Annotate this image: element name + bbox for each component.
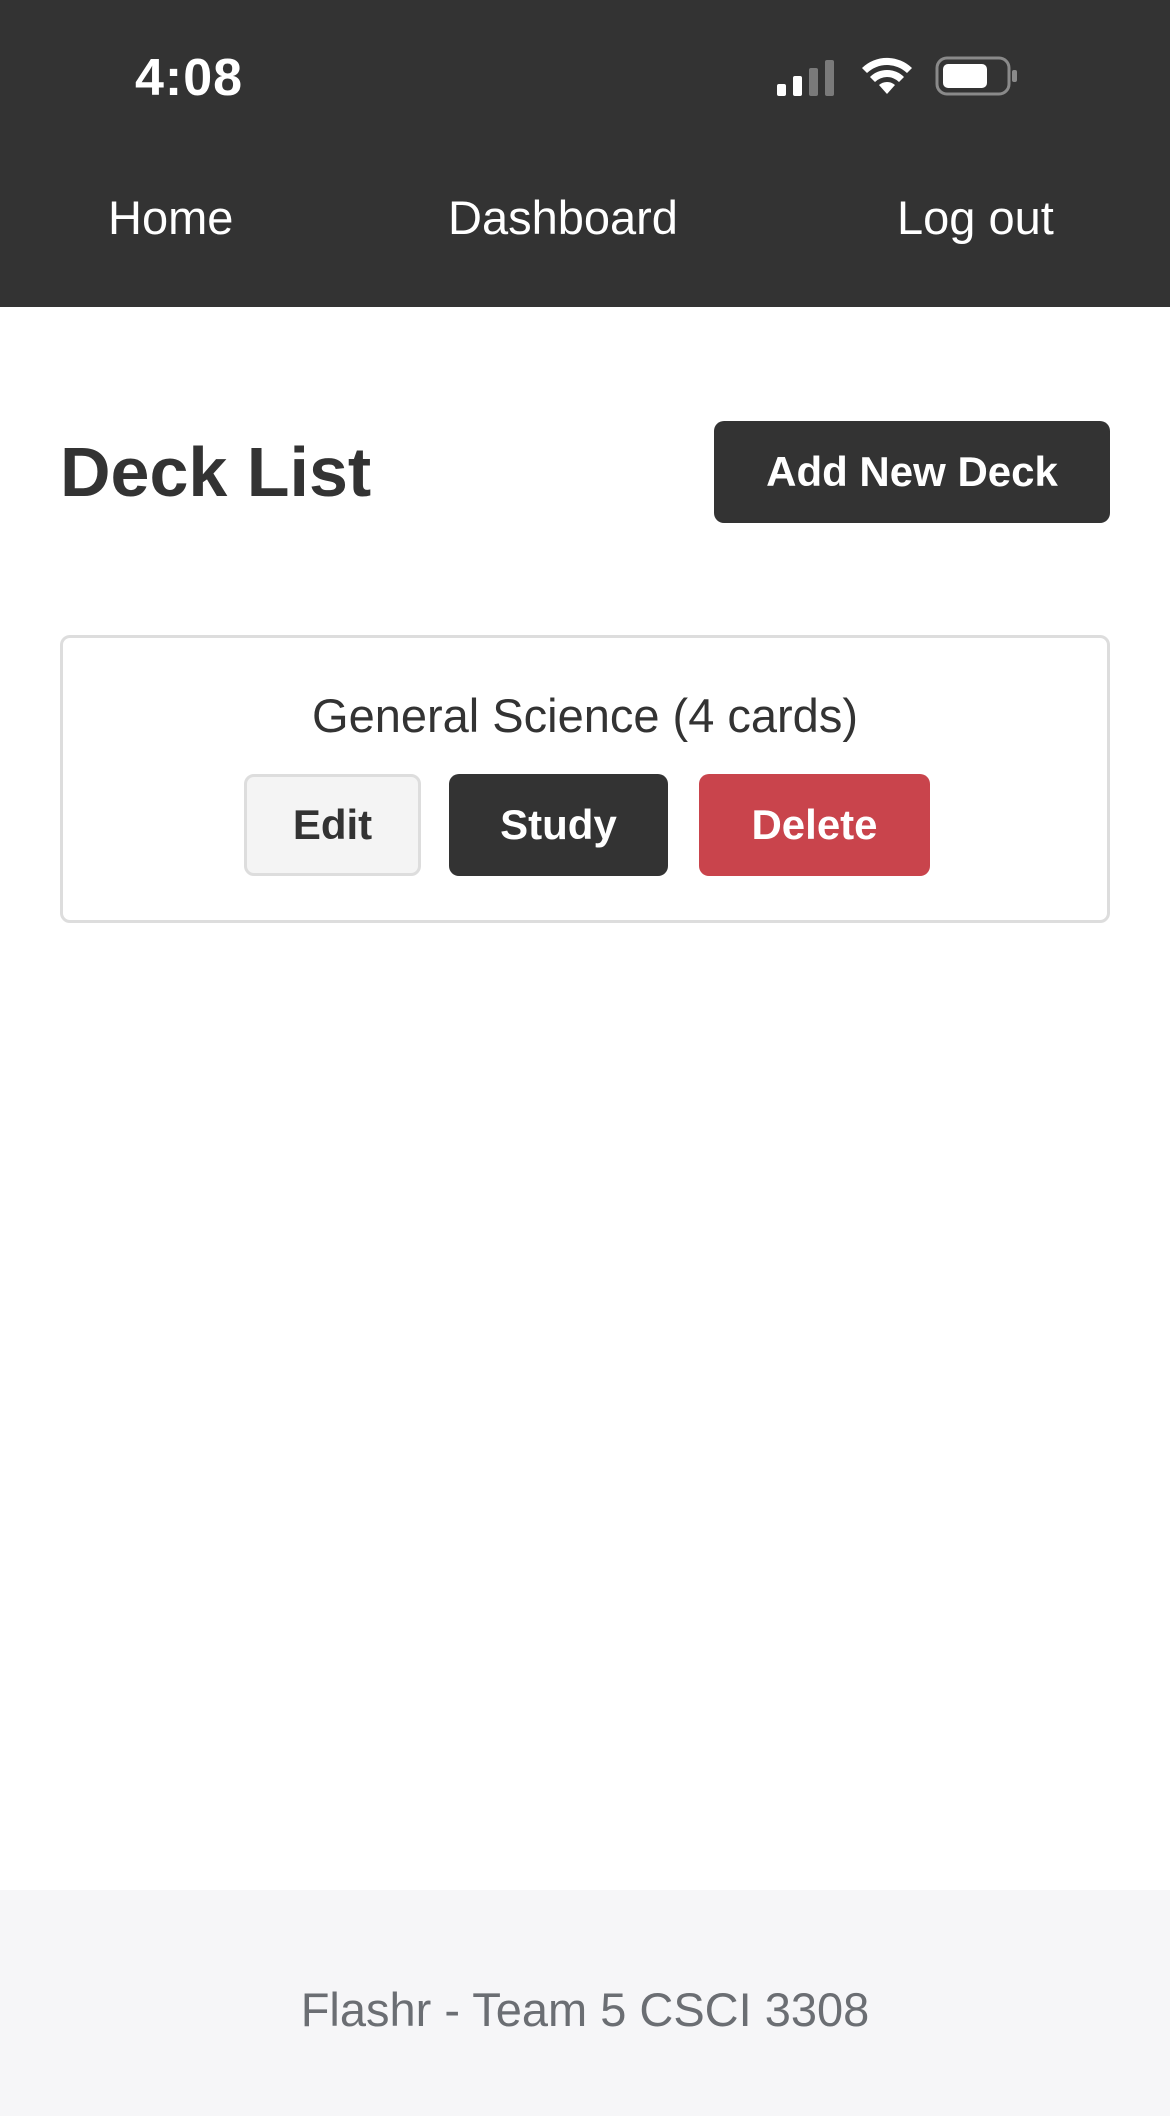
main-nav: Home Dashboard Log out (0, 190, 1170, 260)
nav-logout-link[interactable]: Log out (897, 190, 1054, 245)
add-new-deck-button[interactable]: Add New Deck (714, 421, 1110, 523)
footer-text: Flashr - Team 5 CSCI 3308 (300, 1983, 870, 2036)
status-time: 4:08 (135, 49, 244, 107)
nav-home-link[interactable]: Home (108, 190, 233, 245)
delete-deck-button[interactable]: Delete (699, 774, 930, 876)
battery-icon (935, 56, 1017, 96)
cellular-signal-icon (777, 60, 834, 96)
nav-dashboard-link[interactable]: Dashboard (448, 190, 678, 245)
deck-card: General Science (4 cards) Edit Study Del… (60, 635, 1110, 923)
deck-title: General Science (4 cards) (312, 689, 858, 742)
page-title: Deck List (60, 433, 372, 511)
status-bar: 4:08 (0, 0, 1170, 150)
page-footer: Flashr - Team 5 CSCI 3308 (0, 1890, 1170, 2116)
study-deck-button[interactable]: Study (449, 774, 668, 876)
app-header: 4:08 Home Dashboard Log out (0, 0, 1170, 307)
edit-deck-button[interactable]: Edit (244, 774, 421, 876)
wifi-icon (862, 57, 912, 94)
